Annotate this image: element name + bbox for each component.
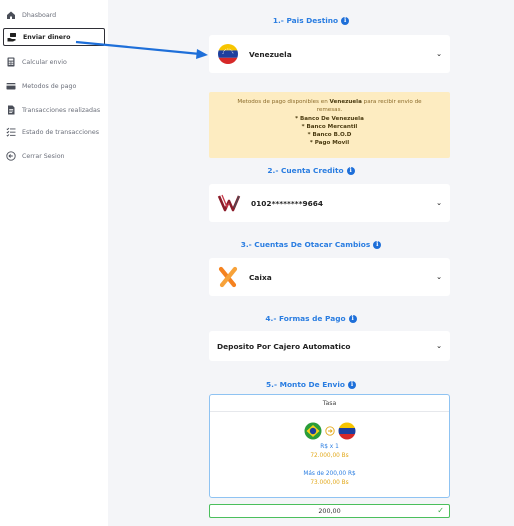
formas-de-pago-select[interactable]: Deposito Por Cajero Automatico ⌄ — [209, 331, 450, 361]
brazil-flag-icon — [304, 422, 321, 440]
rate-tier: Más de 200,00 R$ — [303, 471, 356, 477]
document-icon — [6, 105, 16, 115]
rate-base-value: 72.000,00 Bs — [310, 453, 349, 459]
pais-destino-label: 1.- Pais Destino — [272, 16, 339, 25]
otacar-select[interactable]: Caixa ⌄ — [209, 258, 450, 296]
sidebar-item-label: Cerrar Sesion — [22, 152, 65, 160]
payment-methods-notice: Metodos de pago disponibles en Venezuela… — [209, 92, 450, 158]
notice-method: * Banco B.O.D — [307, 132, 352, 139]
money-hand-icon — [7, 32, 17, 42]
amount-value: 200,00 — [318, 507, 341, 515]
monto-de-envio-title: 5.- Monto De Envio i — [108, 380, 514, 389]
rate-header: Tasa — [210, 395, 449, 412]
cuenta-credito-value: 0102********9664 — [251, 198, 324, 208]
venezuela-flag-icon — [338, 422, 355, 440]
sidebar-item-dashboard[interactable]: Dhasboard — [3, 6, 105, 24]
monto-de-envio-label: 5.- Monto De Envio — [266, 380, 345, 389]
notice-method: * Banco De Venezuela — [295, 115, 364, 122]
chevron-down-icon: ⌄ — [436, 199, 442, 207]
notice-line-2: remesas. — [316, 107, 343, 114]
pais-destino-title: 1.- Pais Destino i — [108, 16, 514, 25]
sidebar-item-enviar-dinero[interactable]: Enviar dinero — [3, 28, 105, 46]
sidebar-item-label: Transacciones realizadas — [22, 106, 101, 114]
formas-de-pago-value: Deposito Por Cajero Automatico — [217, 341, 351, 351]
sidebar-item-metodos-de-pago[interactable]: Metodos de pago — [3, 77, 105, 95]
info-icon[interactable]: i — [347, 380, 356, 389]
otacar-value: Caixa — [249, 272, 272, 282]
pais-destino-select[interactable]: Venezuela ⌄ — [209, 35, 450, 73]
info-icon[interactable]: i — [373, 240, 382, 249]
currency-flags — [210, 422, 449, 440]
venezuela-flag-icon — [218, 44, 238, 64]
calculator-icon — [6, 57, 16, 67]
rate-base: R$ x 1 — [320, 444, 339, 450]
sidebar-item-label: Enviar dinero — [23, 33, 71, 41]
main-content: 1.- Pais Destino i Venezuela ⌄ Metodos d… — [108, 0, 514, 526]
arrow-right-circle-icon — [324, 426, 335, 436]
info-icon[interactable]: i — [348, 314, 357, 323]
sidebar-item-label: Dhasboard — [22, 11, 57, 19]
sidebar-item-label: Metodos de pago — [22, 82, 77, 90]
sidebar: Dhasboard Enviar dinero Calcular envio M… — [0, 0, 108, 526]
caixa-logo-icon — [218, 266, 238, 288]
sidebar-item-calcular-envio[interactable]: Calcular envio — [3, 53, 105, 71]
notice-method: * Banco Mercantil — [301, 123, 358, 130]
check-icon: ✓ — [437, 506, 444, 515]
otacar-label: 3.- Cuentas De Otacar Cambios — [240, 240, 371, 249]
notice-line-1: Metodos de pago disponibles en Venezuela… — [237, 99, 422, 105]
info-icon[interactable]: i — [341, 16, 350, 25]
credit-card-icon — [6, 81, 16, 91]
bank-logo-icon — [217, 194, 241, 212]
logout-circle-icon — [6, 151, 16, 161]
amount-input[interactable]: 200,00 ✓ — [209, 504, 450, 518]
sidebar-item-estado-de-transacciones[interactable]: Estado de transacciones — [3, 123, 105, 141]
sidebar-item-label: Estado de transacciones — [22, 128, 100, 136]
sidebar-item-cerrar-sesion[interactable]: Cerrar Sesion — [3, 147, 105, 165]
exchange-rate-box: Tasa R$ x 1 72.000,00 Bs Más de 200,00 R… — [209, 394, 450, 498]
list-check-icon — [6, 127, 16, 137]
info-icon[interactable]: i — [346, 166, 355, 175]
otacar-title: 3.- Cuentas De Otacar Cambios i — [108, 240, 514, 249]
rate-tier-value: 73.000,00 Bs — [310, 480, 349, 486]
sidebar-item-transacciones-realizadas[interactable]: Transacciones realizadas — [3, 101, 105, 119]
sidebar-item-label: Calcular envio — [22, 58, 67, 66]
house-icon — [6, 10, 16, 20]
chevron-down-icon: ⌄ — [436, 50, 442, 58]
cuenta-credito-label: 2.- Cuenta Credito — [267, 166, 344, 175]
formas-de-pago-title: 4.- Formas de Pago i — [108, 314, 514, 323]
formas-de-pago-label: 4.- Formas de Pago — [265, 314, 346, 323]
notice-method: * Pago Movil — [309, 140, 350, 147]
cuenta-credito-select[interactable]: 0102********9664 ⌄ — [209, 184, 450, 222]
chevron-down-icon: ⌄ — [436, 342, 442, 350]
cuenta-credito-title: 2.- Cuenta Credito i — [108, 166, 514, 175]
pais-destino-value: Venezuela — [249, 49, 292, 59]
chevron-down-icon: ⌄ — [436, 273, 442, 281]
